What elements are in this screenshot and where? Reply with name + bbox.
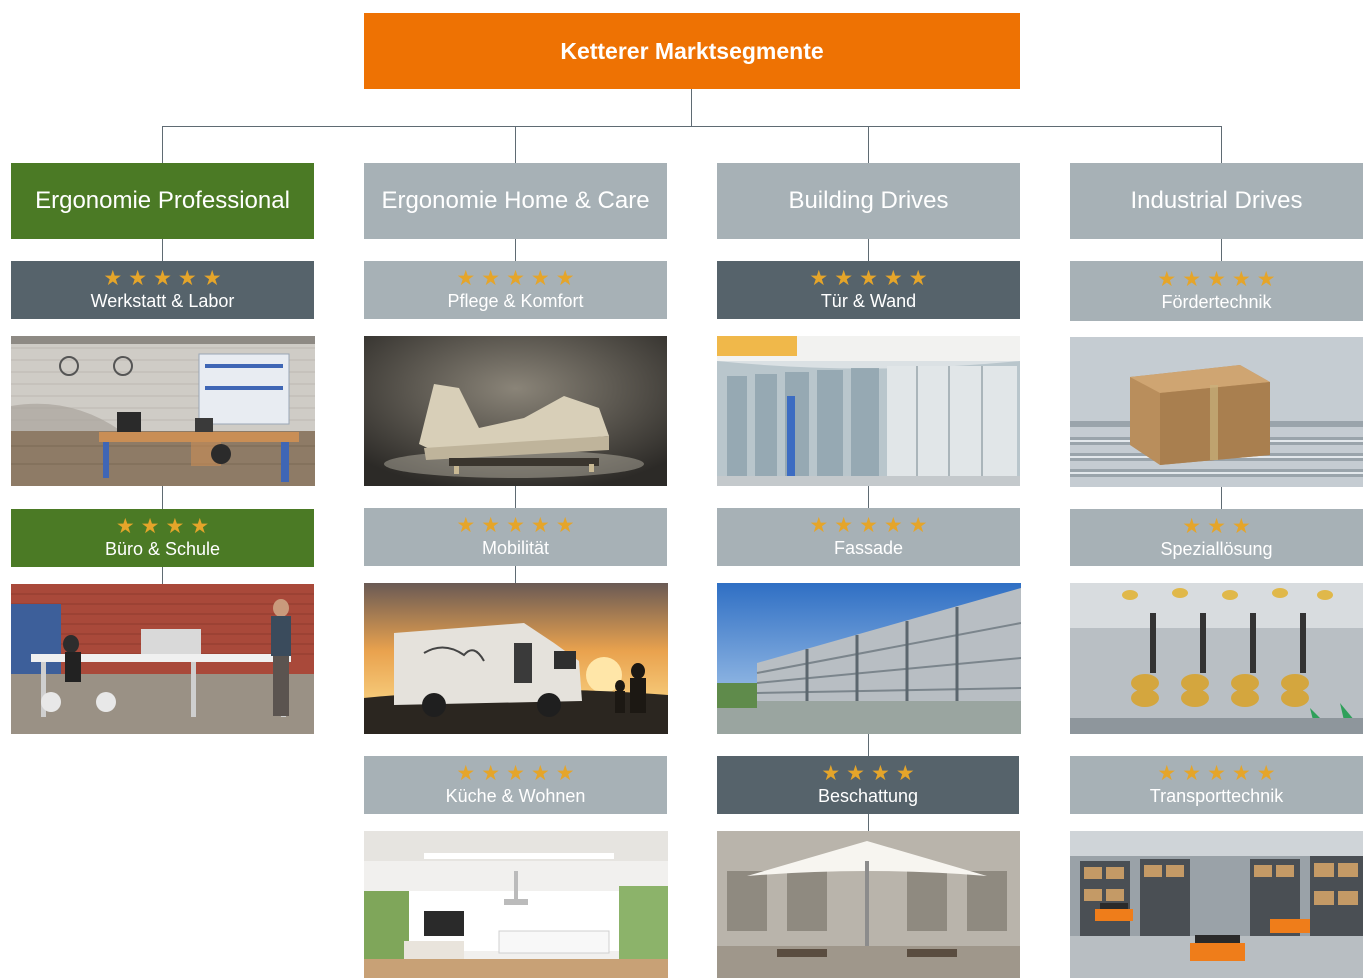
connector-seg-3 [868, 126, 869, 163]
connector-col4-b [1221, 487, 1222, 509]
workshop-lab-photo [11, 336, 315, 486]
segment-label: Building Drives [788, 187, 949, 214]
connector-col2-b [515, 486, 516, 508]
connector-col3-d [868, 814, 869, 831]
subsegment-label: Werkstatt & Labor [90, 291, 235, 311]
rating-stars: ★★★★ [821, 762, 921, 785]
warehouse-robots-photo [1070, 831, 1363, 978]
segment-label: Industrial Drives [1130, 187, 1303, 214]
subsegment-mobilitaet[interactable]: ★★★★★ Mobilität [364, 508, 667, 566]
connector-seg-1 [162, 126, 163, 163]
rating-stars: ★★★★★ [456, 514, 581, 537]
segment-building-drives[interactable]: Building Drives [717, 163, 1020, 239]
root-node: Ketterer Marktsegmente [364, 13, 1020, 89]
connector-col1-a [162, 239, 163, 261]
care-bed-photo [364, 336, 667, 486]
connector-col2-c [515, 566, 516, 583]
rating-stars: ★★★★★ [456, 762, 581, 785]
connector-col4-a [1221, 239, 1222, 261]
parasol-shading-photo [717, 831, 1020, 978]
subsegment-kueche-wohnen[interactable]: ★★★★★ Küche & Wohnen [364, 756, 667, 814]
connector-seg-4 [1221, 126, 1222, 163]
connector-col3-c [868, 734, 869, 756]
subsegment-label: Beschattung [817, 786, 919, 806]
subsegment-beschattung[interactable]: ★★★★ Beschattung [717, 756, 1019, 814]
connector-col3-a [868, 239, 869, 261]
subsegment-buero-schule[interactable]: ★★★★ Büro & Schule [11, 509, 314, 567]
subsegment-transporttechnik[interactable]: ★★★★★ Transporttechnik [1070, 756, 1363, 814]
subsegment-pflege-komfort[interactable]: ★★★★★ Pflege & Komfort [364, 261, 667, 319]
connector-col3-b [868, 486, 869, 508]
kitchen-living-photo [364, 831, 668, 978]
segment-label: Ergonomie Professional [35, 187, 290, 214]
subsegment-tuer-wand[interactable]: ★★★★★ Tür & Wand [717, 261, 1020, 319]
segment-ergonomie-professional[interactable]: Ergonomie Professional [11, 163, 314, 239]
subsegment-spezialloesung[interactable]: ★★★ Speziallösung [1070, 509, 1363, 566]
facade-photo [717, 583, 1021, 734]
subsegment-label: Tür & Wand [820, 291, 917, 311]
connector-horizontal [162, 126, 1222, 127]
subsegment-label: Fassade [833, 538, 904, 558]
segment-industrial-drives[interactable]: Industrial Drives [1070, 163, 1363, 239]
rating-stars: ★★★★★ [1157, 268, 1282, 291]
subsegment-label: Küche & Wohnen [445, 786, 586, 806]
subsegment-label: Pflege & Komfort [447, 291, 584, 311]
office-school-photo [11, 584, 314, 734]
rating-stars: ★★★★★ [809, 514, 934, 537]
rating-stars: ★★★★ [115, 515, 216, 538]
subsegment-fassade[interactable]: ★★★★★ Fassade [717, 508, 1020, 566]
connector-root-down [691, 89, 692, 127]
conveyor-box-photo [1070, 337, 1363, 487]
connector-seg-2 [515, 126, 516, 163]
subsegment-label: Speziallösung [1160, 538, 1273, 559]
subsegment-label: Fördertechnik [1161, 292, 1272, 312]
root-title: Ketterer Marktsegmente [560, 37, 824, 64]
connector-col1-c [162, 567, 163, 584]
subsegment-werkstatt-labor[interactable]: ★★★★★ Werkstatt & Labor [11, 261, 314, 319]
rating-stars: ★★★★★ [809, 267, 934, 290]
biscuit-line-photo [1070, 583, 1363, 734]
glass-door-photo [717, 336, 1020, 486]
rating-stars: ★★★ [1182, 514, 1257, 538]
camper-van-photo [364, 583, 668, 734]
subsegment-label: Büro & Schule [104, 539, 221, 559]
connector-col1-b [162, 486, 163, 510]
rating-stars: ★★★★★ [1157, 762, 1282, 785]
rating-stars: ★★★★★ [103, 267, 228, 290]
rating-stars: ★★★★★ [456, 267, 581, 290]
segment-label: Ergonomie Home & Care [381, 187, 650, 214]
segment-ergonomie-home-care[interactable]: Ergonomie Home & Care [364, 163, 667, 239]
subsegment-foerdertechnik[interactable]: ★★★★★ Fördertechnik [1070, 261, 1363, 321]
connector-col2-a [515, 239, 516, 261]
subsegment-label: Mobilität [481, 538, 550, 558]
subsegment-label: Transporttechnik [1149, 786, 1284, 806]
